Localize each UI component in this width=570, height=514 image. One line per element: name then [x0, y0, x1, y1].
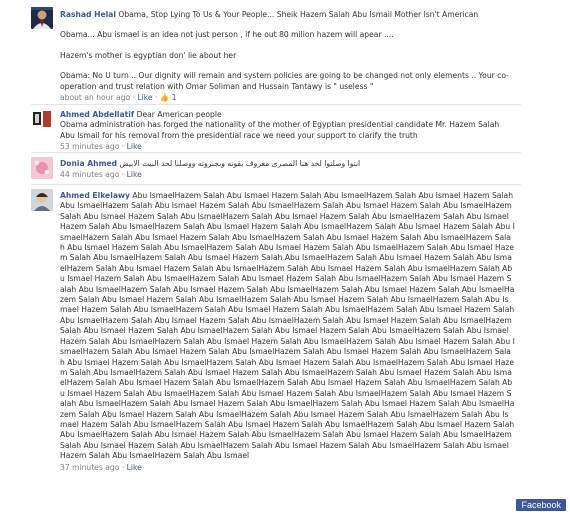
comment-text: Abu IsmaelHazem Salah Abu Ismael Hazem S…	[60, 191, 515, 461]
comment-author[interactable]: Ahmed Elkelawy	[60, 191, 130, 200]
like-link[interactable]: Like	[137, 93, 152, 102]
comment-divider	[31, 184, 521, 185]
separator-dot: ·	[121, 170, 125, 180]
like-link[interactable]: Like	[127, 463, 142, 472]
avatar[interactable]	[31, 108, 53, 130]
avatar[interactable]	[31, 157, 53, 179]
comment-divider	[31, 152, 521, 153]
comment-text: Obama, Stop Lying To Us & Your People...…	[118, 10, 479, 19]
avatar[interactable]	[31, 7, 53, 29]
comment-text: Dear American people	[136, 110, 222, 119]
separator-dot: ·	[132, 93, 135, 103]
thumbs-up-icon[interactable]: 👍	[160, 93, 169, 102]
avatar[interactable]	[31, 189, 53, 211]
separator-dot: ·	[121, 462, 125, 472]
facebook-badge: Facebook	[516, 499, 566, 511]
comment-divider	[31, 104, 521, 105]
comment-author[interactable]: Ahmed Abdellatif	[60, 110, 134, 119]
comment-text: Obama... Abu ismael is an idea not just …	[60, 30, 394, 40]
like-link[interactable]: Like	[127, 142, 142, 151]
comment-text: Hazem's mother is egyptian don' lie abou…	[60, 50, 237, 60]
comment-timestamp[interactable]: about an hour ago	[60, 93, 130, 102]
comment-text: Obama: No U turn .. Our dignity will rem…	[60, 71, 509, 91]
comment-timestamp[interactable]: 44 minutes ago	[60, 170, 119, 179]
comment-text: Obama administration has forged the nati…	[60, 120, 500, 140]
comment-author[interactable]: Rashad Helal	[60, 10, 116, 19]
comment-timestamp[interactable]: 53 minutes ago	[60, 142, 119, 151]
like-link[interactable]: Like	[127, 170, 142, 179]
separator-dot: ·	[154, 93, 158, 103]
comment-text: انتوا وصلتوا لحد هنا المصرى معروف بقوته …	[119, 159, 361, 168]
comment-timestamp[interactable]: 37 minutes ago	[60, 463, 119, 472]
separator-dot: ·	[121, 142, 125, 152]
like-count[interactable]: 1	[172, 93, 177, 102]
comment-author[interactable]: Donia Ahmed	[60, 159, 117, 168]
